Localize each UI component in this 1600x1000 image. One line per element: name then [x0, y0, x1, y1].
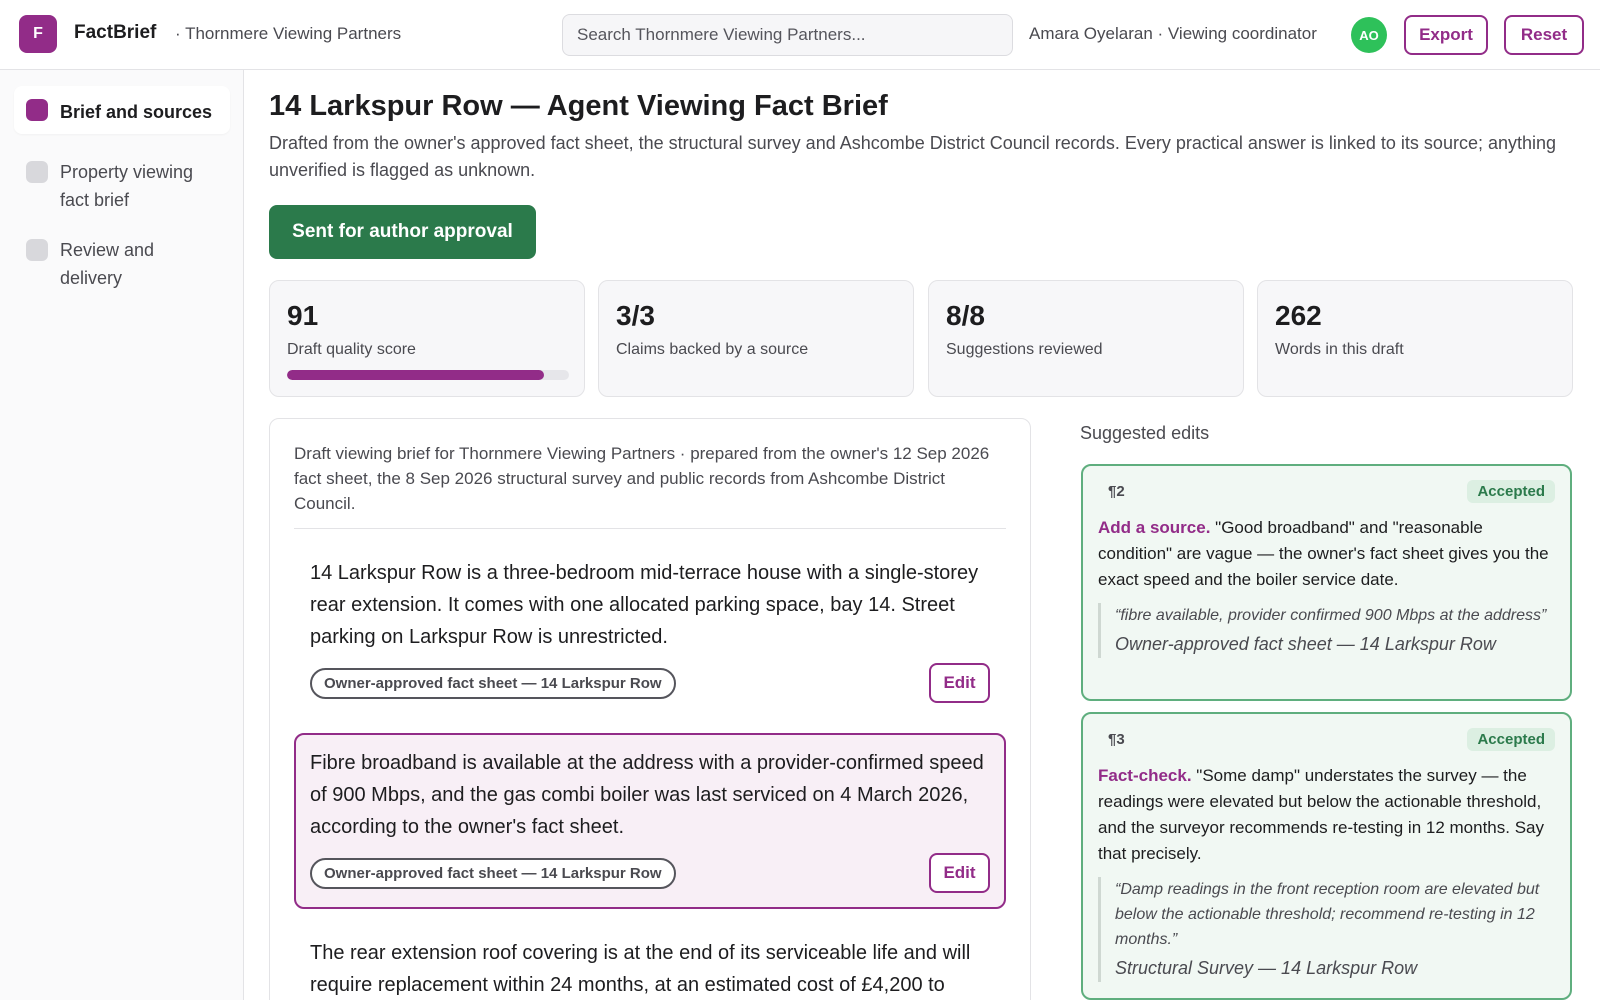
stat-card-word-count: 262 Words in this draft — [1257, 280, 1573, 397]
search-input[interactable] — [577, 25, 998, 45]
source-pill[interactable]: Owner-approved fact sheet — 14 Larkspur … — [310, 667, 676, 699]
quality-progress-fill — [287, 370, 544, 380]
page-title: 14 Larkspur Row — Agent Viewing Fact Bri… — [269, 90, 888, 122]
avatar[interactable]: AO — [1351, 17, 1387, 53]
stat-label: Words in this draft — [1275, 341, 1404, 358]
source-quote: “fibre available, provider confirmed 900… — [1098, 603, 1555, 658]
paragraph-text: 14 Larkspur Row is a three-bedroom mid-t… — [310, 562, 979, 648]
paragraph-reference: ¶3 — [1108, 731, 1125, 748]
sidebar-item-label: Brief and sources — [60, 102, 213, 122]
reset-button[interactable]: Reset — [1504, 15, 1584, 55]
stat-value: 262 — [1275, 300, 1322, 331]
stat-label: Draft quality score — [287, 341, 416, 358]
stat-value: 91 — [287, 300, 319, 331]
stat-card-quality-score: 91 Draft quality score — [269, 280, 585, 397]
sidebar-item-label: Review and delivery — [60, 240, 155, 288]
status-badge: Accepted — [1467, 480, 1555, 503]
search-box[interactable] — [562, 14, 1013, 56]
draft-paragraph[interactable]: 14 Larkspur Row is a three-bedroom mid-t… — [294, 543, 1006, 719]
draft-intro: Draft viewing brief for Thornmere Viewin… — [294, 441, 1006, 529]
stat-value: 8/8 — [946, 300, 985, 331]
sidebar-item-property-viewing-fact-brief[interactable]: Property viewing fact brief — [14, 146, 230, 226]
sidebar-item-label: Property viewing fact brief — [60, 162, 194, 210]
sidebar-item-brief-and-sources[interactable]: Brief and sources — [14, 86, 230, 134]
stat-card-claims-backed: 3/3 Claims backed by a source — [598, 280, 914, 397]
workspace-name: · Thornmere Viewing Partners — [175, 24, 402, 43]
step-indicator-icon — [26, 99, 48, 121]
app-name: FactBrief — [74, 22, 157, 43]
quote-source: Structural Survey — 14 Larkspur Row — [1115, 958, 1418, 978]
suggestion-kind: Fact-check. — [1098, 766, 1192, 785]
suggestion-body: Fact-check. "Some damp" understates the … — [1098, 763, 1555, 867]
stat-label: Suggestions reviewed — [946, 341, 1103, 358]
draft-paragraph[interactable]: The rear extension roof covering is at t… — [294, 923, 1006, 1000]
suggestion-card[interactable]: ¶3 Accepted Fact-check. "Some damp" unde… — [1081, 712, 1572, 1000]
export-button[interactable]: Export — [1404, 15, 1488, 55]
user-label: Amara Oyelaran · Viewing coordinator — [1029, 24, 1317, 43]
sidebar-item-review-and-delivery[interactable]: Review and delivery — [14, 224, 230, 304]
quote-source: Owner-approved fact sheet — 14 Larkspur … — [1115, 634, 1496, 654]
paragraph-text: Fibre broadband is available at the addr… — [310, 752, 984, 838]
page-subtitle: Drafted from the owner's approved fact s… — [269, 133, 1557, 180]
quote-text: “Damp readings in the front reception ro… — [1115, 881, 1540, 948]
edit-button[interactable]: Edit — [929, 853, 990, 893]
paragraph-reference: ¶2 — [1108, 483, 1125, 500]
edit-button[interactable]: Edit — [929, 663, 990, 703]
author-approval-status-button[interactable]: Sent for author approval — [269, 205, 536, 259]
suggestion-body: Add a source. "Good broadband" and "reas… — [1098, 515, 1555, 593]
quality-progress-bar — [287, 370, 569, 380]
suggestion-card[interactable]: ¶2 Accepted Add a source. "Good broadban… — [1081, 464, 1572, 701]
stat-card-suggestions-reviewed: 8/8 Suggestions reviewed — [928, 280, 1244, 397]
step-indicator-icon — [26, 239, 48, 261]
step-indicator-icon — [26, 161, 48, 183]
draft-paragraph-selected[interactable]: Fibre broadband is available at the addr… — [294, 733, 1006, 909]
suggestion-kind: Add a source. — [1098, 518, 1211, 537]
stat-value: 3/3 — [616, 300, 655, 331]
top-bar: F FactBrief · Thornmere Viewing Partners… — [0, 0, 1600, 70]
quote-text: “fibre available, provider confirmed 900… — [1115, 607, 1547, 624]
suggestions-heading: Suggested edits — [1080, 423, 1210, 443]
source-pill[interactable]: Owner-approved fact sheet — 14 Larkspur … — [310, 857, 676, 889]
draft-panel: Draft viewing brief for Thornmere Viewin… — [269, 418, 1031, 1000]
stat-label: Claims backed by a source — [616, 341, 809, 358]
sidebar: Brief and sources Property viewing fact … — [0, 70, 244, 1000]
status-badge: Accepted — [1467, 728, 1555, 751]
paragraph-text: The rear extension roof covering is at t… — [310, 942, 971, 996]
app-logo[interactable]: F — [19, 15, 57, 53]
source-quote: “Damp readings in the front reception ro… — [1098, 877, 1555, 982]
